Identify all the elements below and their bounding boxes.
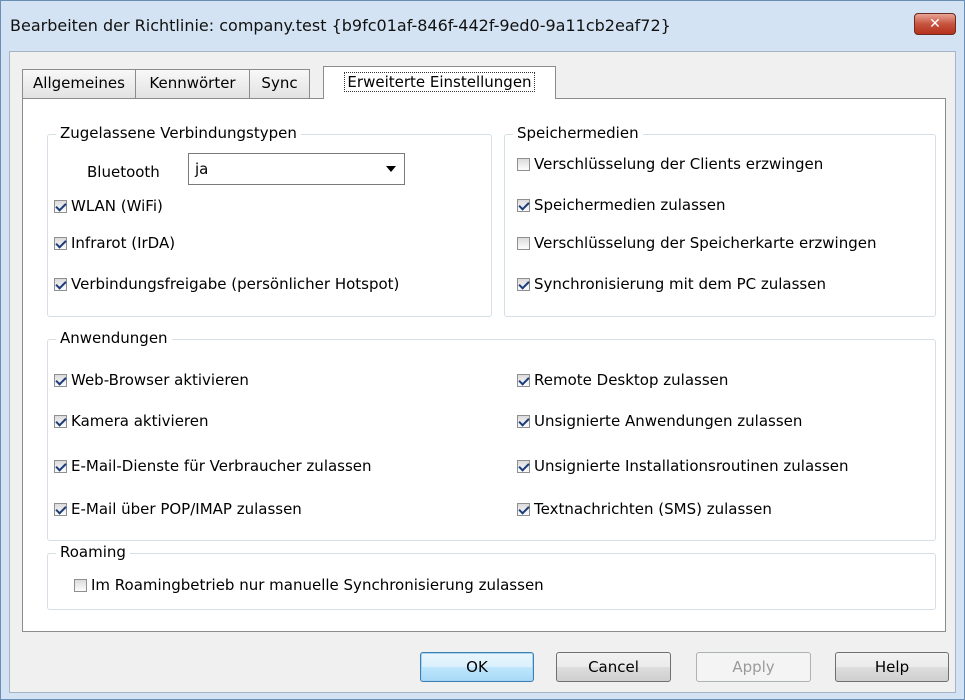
checkbox-label: Kamera aktivieren [71, 412, 209, 430]
dialog-client-area: Allgemeines Kennwörter Sync Erweiterte E… [9, 51, 956, 693]
title-bar[interactable]: Bearbeiten der Richtlinie: company.test … [1, 1, 964, 51]
checkbox-checked-icon [54, 236, 67, 250]
tab-allgemeines[interactable]: Allgemeines [22, 69, 136, 98]
checkbox-label: Remote Desktop zulassen [534, 371, 729, 389]
checkbox-checked-icon [54, 414, 67, 428]
tab-kennwoerter[interactable]: Kennwörter [135, 69, 250, 98]
checkbox-checked-icon [517, 459, 530, 473]
checkbox-label: Unsignierte Anwendungen zulassen [534, 412, 803, 430]
checkbox-label: Verbindungsfreigabe (persönlicher Hotspo… [71, 275, 400, 293]
checkbox-label: Textnachrichten (SMS) zulassen [534, 500, 772, 518]
cancel-button[interactable]: Cancel [556, 652, 671, 682]
checkbox-camera[interactable]: Kamera aktivieren [54, 412, 209, 430]
tab-label: Sync [261, 74, 298, 92]
checkbox-remote-desktop[interactable]: Remote Desktop zulassen [517, 371, 728, 389]
close-button[interactable]: ✕ [914, 13, 956, 35]
checkbox-unchecked-icon [517, 236, 530, 250]
group-applications: Anwendungen Web-Browser aktivieren Kamer… [47, 329, 936, 541]
checkbox-allow-storage[interactable]: Speichermedien zulassen [517, 196, 725, 214]
group-legend: Speichermedien [513, 124, 643, 142]
checkbox-pop-imap[interactable]: E-Mail über POP/IMAP zulassen [54, 500, 302, 518]
tab-panel: Zugelassene Verbindungstypen Bluetooth j… [22, 98, 946, 632]
checkbox-card-encryption[interactable]: Verschlüsselung der Speicherkarte erzwin… [517, 234, 876, 252]
checkbox-roaming-manual-sync[interactable]: Im Roamingbetrieb nur manuelle Synchroni… [74, 576, 544, 594]
bluetooth-select-value: ja [195, 160, 209, 178]
checkbox-label: Speichermedien zulassen [534, 196, 726, 214]
checkbox-label: E-Mail über POP/IMAP zulassen [71, 500, 302, 518]
checkbox-checked-icon [54, 199, 67, 213]
checkbox-label: Synchronisierung mit dem PC zulassen [534, 275, 826, 293]
tab-label: Erweiterte Einstellungen [344, 72, 535, 92]
checkbox-client-encryption[interactable]: Verschlüsselung der Clients erzwingen [517, 155, 823, 173]
group-connection-types: Zugelassene Verbindungstypen Bluetooth j… [47, 124, 492, 317]
checkbox-checked-icon [54, 277, 67, 291]
checkbox-label: Web-Browser aktivieren [71, 371, 249, 389]
close-icon: ✕ [929, 16, 941, 32]
bluetooth-select[interactable]: ja [188, 153, 405, 185]
checkbox-label: Unsignierte Installationsroutinen zulass… [534, 457, 849, 475]
checkbox-label: Verschlüsselung der Clients erzwingen [534, 155, 824, 173]
checkbox-wlan[interactable]: WLAN (WiFi) [54, 197, 163, 215]
ok-button[interactable]: OK [420, 652, 534, 682]
group-legend: Roaming [56, 543, 130, 561]
tab-erweiterte-einstellungen[interactable]: Erweiterte Einstellungen [323, 66, 556, 99]
checkbox-checked-icon [54, 502, 67, 516]
checkbox-label: Infrarot (IrDA) [71, 234, 176, 252]
checkbox-sms[interactable]: Textnachrichten (SMS) zulassen [517, 500, 772, 518]
checkbox-checked-icon [517, 414, 530, 428]
chevron-down-icon [386, 166, 396, 172]
checkbox-checked-icon [54, 459, 67, 473]
bluetooth-label: Bluetooth [87, 163, 160, 181]
apply-button[interactable]: Apply [696, 652, 811, 682]
checkbox-checked-icon [517, 502, 530, 516]
checkbox-label: Verschlüsselung der Speicherkarte erzwin… [534, 234, 877, 252]
tab-label: Kennwörter [149, 74, 236, 92]
checkbox-unsigned-installers[interactable]: Unsignierte Installationsroutinen zulass… [517, 457, 849, 475]
group-roaming: Roaming Im Roamingbetrieb nur manuelle S… [47, 543, 936, 610]
checkbox-label: E-Mail-Dienste für Verbraucher zulassen [71, 457, 372, 475]
checkbox-pc-sync[interactable]: Synchronisierung mit dem PC zulassen [517, 275, 826, 293]
checkbox-checked-icon [517, 198, 530, 212]
checkbox-consumer-email[interactable]: E-Mail-Dienste für Verbraucher zulassen [54, 457, 372, 475]
group-legend: Anwendungen [56, 329, 172, 347]
checkbox-hotspot[interactable]: Verbindungsfreigabe (persönlicher Hotspo… [54, 275, 399, 293]
tab-sync[interactable]: Sync [249, 69, 310, 98]
group-storage: Speichermedien Verschlüsselung der Clien… [504, 124, 936, 317]
help-button[interactable]: Help [835, 652, 949, 682]
checkbox-checked-icon [517, 373, 530, 387]
checkbox-infrarot[interactable]: Infrarot (IrDA) [54, 234, 175, 252]
checkbox-checked-icon [54, 373, 67, 387]
checkbox-unsigned-apps[interactable]: Unsignierte Anwendungen zulassen [517, 412, 802, 430]
checkbox-unchecked-icon [74, 578, 87, 592]
window-title: Bearbeiten der Richtlinie: company.test … [10, 16, 671, 35]
tab-label: Allgemeines [33, 74, 125, 92]
checkbox-label: WLAN (WiFi) [71, 197, 163, 215]
checkbox-label: Im Roamingbetrieb nur manuelle Synchroni… [91, 576, 544, 594]
checkbox-unchecked-icon [517, 157, 530, 171]
checkbox-web-browser[interactable]: Web-Browser aktivieren [54, 371, 249, 389]
checkbox-checked-icon [517, 277, 530, 291]
group-legend: Zugelassene Verbindungstypen [56, 124, 301, 142]
dialog-window: Bearbeiten der Richtlinie: company.test … [0, 0, 965, 700]
